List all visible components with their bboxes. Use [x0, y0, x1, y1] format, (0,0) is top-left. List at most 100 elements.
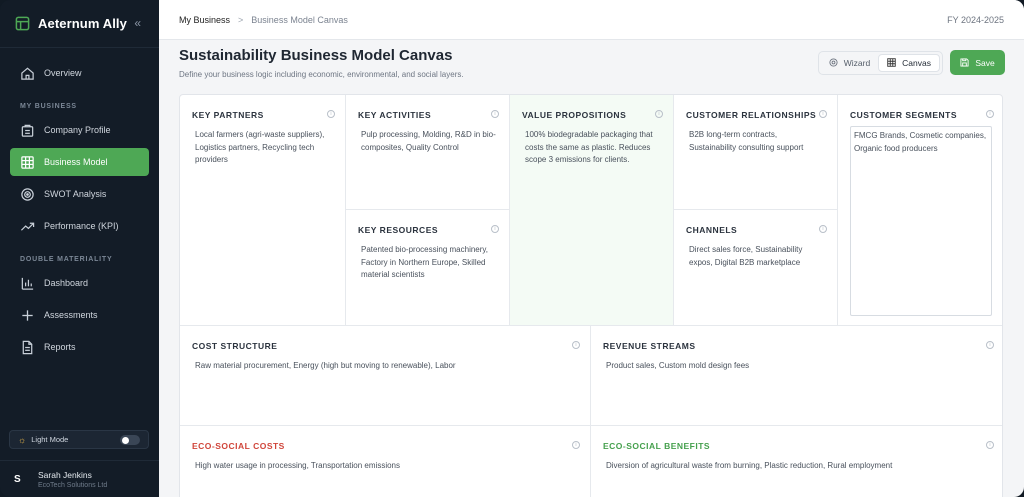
info-icon[interactable]: i — [491, 110, 499, 118]
fiscal-year: FY 2024-2025 — [947, 14, 1004, 25]
grid-icon — [887, 58, 896, 67]
canvas-label: Canvas — [902, 57, 931, 68]
cell-text[interactable]: Diversion of agricultural waste from bur… — [603, 460, 992, 473]
grid-icon — [21, 155, 34, 169]
layout-icon — [15, 16, 30, 31]
home-icon — [21, 67, 34, 80]
info-icon[interactable]: i — [819, 110, 827, 118]
cell-text[interactable]: Direct sales force, Sustainability expos… — [686, 244, 825, 269]
page-subtitle: Define your business logic including eco… — [179, 70, 464, 79]
cell-channels[interactable]: CHANNELS i Direct sales force, Sustainab… — [674, 210, 838, 326]
cell-title: CUSTOMER SEGMENTS — [850, 110, 958, 120]
nav-section-my-business: MY BUSINESS — [20, 103, 77, 110]
theme-label: Light Mode — [31, 435, 69, 444]
sidebar-item-assessments[interactable]: Assessments — [10, 301, 149, 329]
cell-eco-social-costs[interactable]: ECO-SOCIAL COSTS i High water usage in p… — [180, 426, 591, 497]
bar-chart-icon — [21, 277, 34, 290]
info-icon[interactable]: i — [986, 110, 994, 118]
info-icon[interactable]: i — [986, 441, 994, 449]
cell-key-activities[interactable]: KEY ACTIVITIES i Pulp processing, Moldin… — [346, 95, 510, 210]
trend-icon — [20, 222, 35, 231]
save-button[interactable]: Save — [950, 50, 1005, 75]
sidebar-item-label: Performance (KPI) — [44, 221, 119, 231]
sidebar-item-company-profile[interactable]: Company Profile — [10, 116, 149, 144]
cell-eco-social-benefits[interactable]: ECO-SOCIAL BENEFITS i Diversion of agric… — [591, 426, 1002, 497]
breadcrumb-current: Business Model Canvas — [251, 14, 348, 25]
info-icon[interactable]: i — [327, 110, 335, 118]
building-icon — [21, 124, 34, 137]
view-switch: Wizard Canvas — [817, 50, 943, 75]
cell-text[interactable]: Product sales, Custom mold design fees — [603, 360, 992, 373]
cell-text[interactable]: 100% biodegradable packaging that costs … — [522, 129, 661, 167]
user-org: EcoTech Solutions Ltd — [38, 481, 108, 489]
info-icon[interactable]: i — [819, 225, 827, 233]
theme-toggle[interactable] — [120, 435, 140, 445]
cell-customer-relationships[interactable]: CUSTOMER RELATIONSHIPS i B2B long-term c… — [674, 95, 838, 210]
sun-icon: ☼ — [18, 434, 27, 445]
sidebar-item-overview[interactable]: Overview — [10, 59, 149, 87]
sidebar-item-label: Reports — [44, 342, 76, 352]
app-name: Aeternum Ally — [38, 16, 127, 31]
user-name: Sarah Jenkins — [38, 469, 92, 480]
cell-text[interactable]: B2B long-term contracts, Sustainability … — [686, 129, 825, 154]
business-model-canvas: KEY PARTNERS i Local farmers (agri-waste… — [179, 94, 1003, 497]
breadcrumb-parent[interactable]: My Business — [179, 15, 230, 25]
info-icon[interactable]: i — [491, 225, 499, 233]
sidebar-nav: Overview MY BUSINESS Company Profile Bus… — [0, 59, 159, 361]
page-title: Sustainability Business Model Canvas — [179, 47, 453, 64]
cell-text[interactable]: Local farmers (agri-waste suppliers), Lo… — [192, 129, 333, 167]
sidebar-item-label: Company Profile — [44, 125, 111, 135]
sidebar-item-label: Assessments — [44, 310, 98, 320]
sidebar-item-label: Business Model — [44, 157, 108, 167]
document-icon — [22, 340, 33, 354]
target-icon — [21, 187, 34, 201]
cell-cost-structure[interactable]: COST STRUCTURE i Raw material procuremen… — [180, 326, 591, 426]
canvas-tab[interactable]: Canvas — [878, 53, 940, 72]
info-icon[interactable]: i — [655, 110, 663, 118]
cell-text[interactable]: Raw material procurement, Energy (high b… — [192, 360, 578, 373]
toolbar: Wizard Canvas Save — [817, 50, 1005, 75]
nav-section-double-materiality: DOUBLE MATERIALITY — [20, 256, 113, 263]
user-profile[interactable]: S Sarah Jenkins EcoTech Solutions Ltd — [0, 460, 159, 497]
cell-key-partners[interactable]: KEY PARTNERS i Local farmers (agri-waste… — [180, 95, 346, 326]
collapse-sidebar-icon[interactable]: « — [134, 16, 141, 30]
info-icon[interactable]: i — [572, 441, 580, 449]
cell-customer-segments[interactable]: CUSTOMER SEGMENTS i FMCG Brands, Cosmeti… — [838, 95, 1002, 326]
cell-title: KEY RESOURCES — [358, 225, 439, 235]
cell-text[interactable]: High water usage in processing, Transpor… — [192, 460, 578, 473]
sidebar-item-reports[interactable]: Reports — [10, 333, 149, 361]
theme-toggle-row: ☼ Light Mode — [9, 430, 149, 449]
cell-title: REVENUE STREAMS — [603, 341, 696, 351]
save-label: Save — [975, 57, 995, 68]
cell-title: VALUE PROPOSITIONS — [522, 110, 627, 120]
sidebar-item-dashboard[interactable]: Dashboard — [10, 269, 149, 297]
cell-title: KEY PARTNERS — [192, 110, 264, 120]
avatar: S — [14, 473, 21, 485]
sidebar: Aeternum Ally « Overview MY BUSINESS Com… — [0, 0, 159, 497]
main-content: My Business > Business Model Canvas FY 2… — [159, 0, 1024, 497]
info-icon[interactable]: i — [572, 341, 580, 349]
wizard-label: Wizard — [843, 57, 871, 68]
wizard-tab[interactable]: Wizard — [821, 54, 878, 72]
cell-text[interactable]: Patented bio-processing machinery, Facto… — [358, 244, 497, 282]
customer-segments-textarea[interactable]: FMCG Brands, Cosmetic companies, Organic… — [850, 126, 992, 316]
user-meta: Sarah Jenkins EcoTech Solutions Ltd — [38, 470, 107, 489]
cell-key-resources[interactable]: KEY RESOURCES i Patented bio-processing … — [346, 210, 510, 326]
cell-revenue-streams[interactable]: REVENUE STREAMS i Product sales, Custom … — [591, 326, 1002, 426]
page-header: Sustainability Business Model Canvas Def… — [179, 47, 464, 79]
cell-title: KEY ACTIVITIES — [358, 110, 432, 120]
cell-title: CHANNELS — [686, 225, 738, 235]
sidebar-item-performance-kpi[interactable]: Performance (KPI) — [10, 212, 149, 240]
sidebar-item-swot-analysis[interactable]: SWOT Analysis — [10, 180, 149, 208]
topbar: My Business > Business Model Canvas FY 2… — [159, 0, 1024, 40]
sidebar-item-label: SWOT Analysis — [44, 189, 107, 199]
sidebar-item-business-model[interactable]: Business Model — [10, 148, 149, 176]
info-icon[interactable]: i — [986, 341, 994, 349]
chevron-right-icon: > — [238, 14, 244, 25]
cell-text[interactable]: Pulp processing, Molding, R&D in bio-com… — [358, 129, 497, 154]
cell-value-propositions[interactable]: VALUE PROPOSITIONS i 100% biodegradable … — [510, 95, 674, 326]
save-icon — [960, 58, 969, 67]
cell-title: ECO-SOCIAL BENEFITS — [603, 441, 711, 451]
cell-title: COST STRUCTURE — [192, 341, 278, 351]
wizard-icon — [829, 58, 838, 67]
